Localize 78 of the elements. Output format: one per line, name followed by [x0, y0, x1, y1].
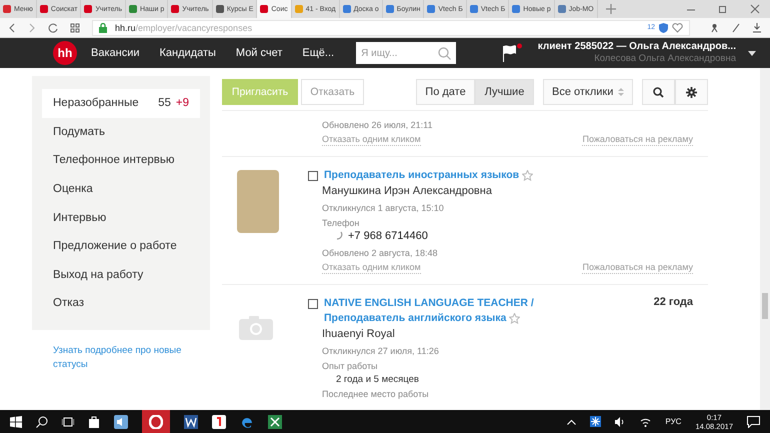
status-label: Подумать	[53, 126, 106, 138]
status-item[interactable]: Отказ	[42, 289, 200, 318]
download-icon[interactable]	[752, 22, 762, 32]
response-date: Откликнулся 27 июля, 11:26	[322, 344, 440, 358]
language-indicator[interactable]: РУС	[665, 417, 682, 426]
status-item[interactable]: Предложение о работе	[42, 232, 200, 261]
heart-icon[interactable]	[672, 22, 683, 32]
chevron-up-icon[interactable]	[567, 418, 576, 424]
account-subtitle: Колесова Ольга Александровна	[594, 53, 736, 65]
response-date: Откликнулся 1 августа, 15:10	[322, 202, 445, 214]
lock-icon	[99, 22, 107, 32]
nav-link[interactable]: Вакансии	[91, 47, 140, 59]
caret-icon[interactable]	[748, 50, 756, 56]
status-label: Неразобранные	[53, 97, 140, 110]
status-label: Предложение о работе	[53, 240, 178, 252]
status-item[interactable]: Выход на работу	[42, 260, 200, 290]
status-label: Интервью	[53, 212, 108, 224]
nav-link[interactable]: Кандидаты	[160, 47, 216, 59]
detail-value: 2 года и 5 месяцев	[336, 372, 420, 386]
settings-button[interactable]	[675, 79, 708, 105]
snowflake-icon[interactable]	[590, 416, 602, 427]
reload-icon[interactable]	[48, 22, 58, 32]
candidate-name: Ihuaenyi Royal	[322, 326, 396, 342]
spreadsheet-app-icon[interactable]	[268, 414, 282, 428]
status-item[interactable]: Интервью	[42, 203, 200, 232]
phone-number: +7 968 6714460	[348, 230, 428, 242]
word-app-icon[interactable]	[184, 414, 198, 428]
statuses-link[interactable]: Узнать подробнее про новые статусы	[53, 344, 193, 372]
gear-icon	[686, 86, 697, 98]
candidate-age: 22 года	[654, 296, 693, 308]
site-logo[interactable]: hh	[53, 41, 77, 65]
back-icon[interactable]	[8, 22, 16, 32]
status-label: Выход на работу	[53, 268, 144, 281]
speaker-app-icon[interactable]	[114, 414, 128, 428]
close-icon[interactable]	[750, 4, 760, 14]
status-item[interactable]: Подумать	[42, 118, 200, 146]
detail-label: Последнее место работы	[322, 388, 430, 400]
search-icon[interactable]	[36, 416, 48, 428]
task-view-icon[interactable]	[62, 416, 74, 428]
search-button[interactable]	[642, 79, 675, 105]
updated-date: Обновлено 26 июля, 21:11	[322, 119, 434, 132]
status-label: Отказ	[53, 297, 86, 310]
restore-icon[interactable]	[718, 4, 728, 14]
new-tab-icon[interactable]	[606, 4, 616, 14]
status-count: 55	[158, 97, 171, 110]
browser-app-icon[interactable]	[142, 410, 170, 433]
sort-button[interactable]: Лучшие	[475, 79, 534, 105]
scrollbar[interactable]	[760, 68, 770, 410]
status-label: Телефонное интервью	[53, 154, 176, 166]
status-label: Оценка	[53, 183, 94, 196]
new-count: +9	[176, 97, 189, 110]
detail-label: Телефон	[322, 216, 360, 230]
nav-link[interactable]: Ещё...	[302, 47, 334, 59]
candidate-name: Манушкина Ирэн Александровна	[322, 184, 493, 198]
search-icon	[653, 86, 664, 98]
sort-button[interactable]: По дате	[416, 79, 475, 105]
shield-icon[interactable]	[659, 22, 668, 32]
nav-link[interactable]: Мой счет	[236, 47, 282, 59]
search-field[interactable]: Я ищу...	[356, 42, 456, 64]
wifi-icon[interactable]	[640, 416, 652, 426]
phone-icon	[336, 231, 343, 240]
account-name[interactable]: клиент 2585022 — Ольга Александров...	[538, 41, 736, 53]
star-icon[interactable]	[509, 313, 520, 324]
store-icon[interactable]	[88, 416, 100, 428]
windows-start-icon[interactable]	[10, 416, 22, 428]
flag-icon[interactable]	[502, 43, 522, 63]
filter-dropdown[interactable]: Все отклики	[543, 79, 633, 105]
detail-label: Опыт работы	[322, 360, 379, 372]
status-item[interactable]: Оценка	[42, 174, 200, 204]
status-item[interactable]: Неразобранные 55 +9	[42, 89, 200, 118]
checkbox[interactable]	[308, 171, 318, 181]
checkbox[interactable]	[308, 298, 318, 308]
notification-icon[interactable]	[747, 416, 760, 428]
grid-icon[interactable]	[70, 22, 80, 32]
updated-date: Обновлено 2 августа, 18:48	[322, 246, 438, 260]
star-icon[interactable]	[522, 170, 534, 182]
updown-arrows-icon	[618, 87, 624, 97]
status-item[interactable]: Телефонное интервью	[42, 146, 200, 175]
